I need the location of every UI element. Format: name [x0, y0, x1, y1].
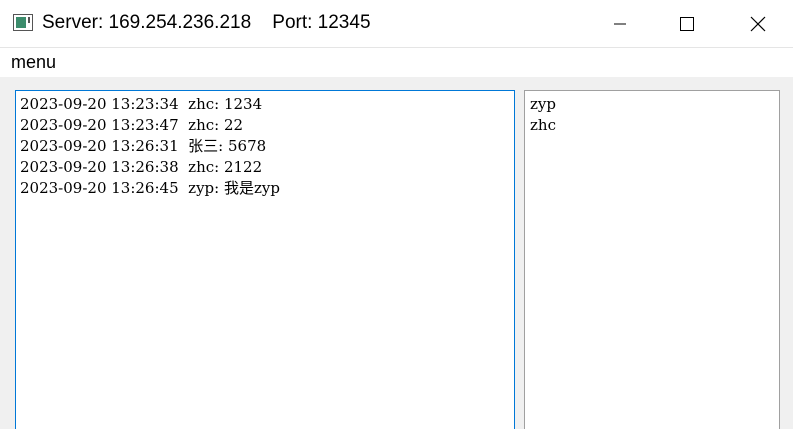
- window-title: Server: 169.254.236.218 Port: 12345: [42, 12, 371, 33]
- menu-item-menu[interactable]: menu: [11, 52, 56, 73]
- user-list[interactable]: zyp zhc: [524, 90, 780, 429]
- close-button[interactable]: [735, 0, 781, 48]
- close-icon: [750, 16, 766, 32]
- minimize-icon: [614, 23, 626, 25]
- title-bar[interactable]: Server: 169.254.236.218 Port: 12345: [0, 0, 793, 48]
- message-row: 2023-09-20 13:26:31 张三: 5678: [20, 136, 510, 157]
- message-timestamp: 2023-09-20 13:23:34: [20, 95, 179, 113]
- app-window-icon: [13, 14, 33, 31]
- message-timestamp: 2023-09-20 13:26:45: [20, 179, 179, 197]
- user-list-item[interactable]: zyp: [530, 94, 774, 115]
- message-log[interactable]: 2023-09-20 13:23:34 zhc: 1234 2023-09-20…: [15, 90, 515, 429]
- minimize-button[interactable]: [597, 0, 643, 48]
- app-window: Server: 169.254.236.218 Port: 12345 menu…: [0, 0, 793, 429]
- message-row: 2023-09-20 13:23:47 zhc: 22: [20, 115, 510, 136]
- maximize-button[interactable]: [664, 0, 710, 48]
- message-row: 2023-09-20 13:26:38 zhc: 2122: [20, 157, 510, 178]
- message-text: zhc: 1234: [188, 95, 263, 113]
- message-text: zhc: 2122: [188, 158, 263, 176]
- message-row: 2023-09-20 13:23:34 zhc: 1234: [20, 94, 510, 115]
- message-text: zyp: 我是zyp: [188, 179, 280, 197]
- message-text: 张三: 5678: [188, 137, 267, 155]
- maximize-icon: [680, 17, 694, 31]
- message-timestamp: 2023-09-20 13:26:31: [20, 137, 179, 155]
- message-timestamp: 2023-09-20 13:26:38: [20, 158, 179, 176]
- window-edge: [0, 77, 8, 429]
- message-row: 2023-09-20 13:26:45 zyp: 我是zyp: [20, 178, 510, 199]
- menu-bar: menu: [0, 48, 793, 77]
- message-timestamp: 2023-09-20 13:23:47: [20, 116, 179, 134]
- user-list-item[interactable]: zhc: [530, 115, 774, 136]
- message-text: zhc: 22: [188, 116, 244, 134]
